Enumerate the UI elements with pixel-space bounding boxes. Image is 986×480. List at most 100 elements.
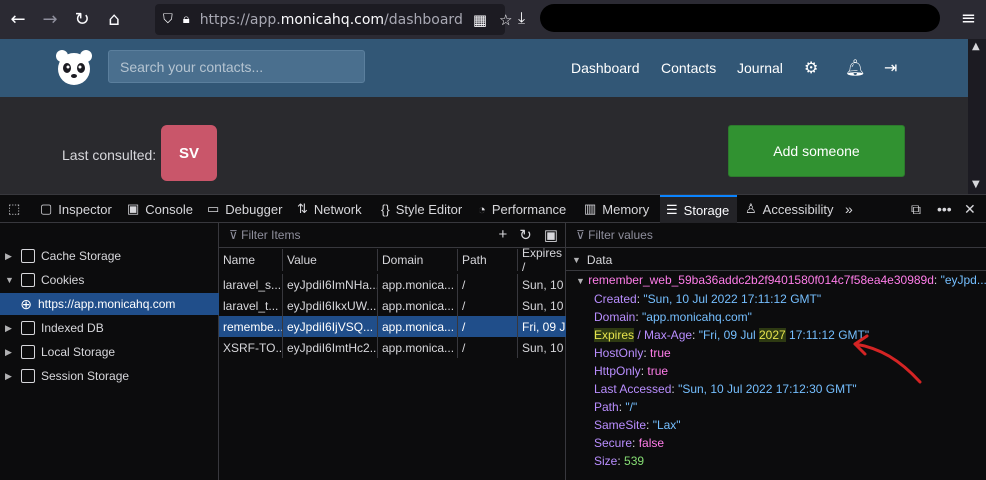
filter-values-bar: ⊽ Filter values: [566, 223, 986, 248]
close-devtools-icon[interactable]: ✕: [964, 201, 976, 218]
table-row[interactable]: XSRF-TO... eyJpdiI6ImtHc2... app.monica.…: [219, 337, 566, 358]
refresh-icon[interactable]: ↻: [519, 226, 532, 244]
prop-last-accessed[interactable]: Last Accessed: "Sun, 10 Jul 2022 17:12:3…: [594, 382, 857, 400]
table-cell: /: [458, 316, 518, 337]
reload-icon[interactable]: ↻: [68, 6, 96, 34]
url-bar[interactable]: ⛉ 🔒︎ https://app.monicahq.com/dashboard …: [155, 4, 512, 35]
scroll-up-icon[interactable]: ▲: [972, 41, 980, 52]
home-icon[interactable]: ⌂: [100, 6, 128, 34]
expand-arrow-icon[interactable]: ▶: [5, 251, 15, 262]
column-header[interactable]: Name: [219, 249, 283, 271]
forward-arrow-icon[interactable]: →: [36, 6, 64, 34]
collapse-arrow-icon[interactable]: ▼: [5, 275, 15, 285]
tree-cookie-origin[interactable]: ⊕ https://app.monicahq.com: [0, 293, 219, 315]
qr-code-icon[interactable]: ▦: [473, 11, 487, 29]
table-cell: laravel_t...: [219, 295, 283, 316]
prop-path[interactable]: Path: "/": [594, 400, 637, 418]
tree-label: Cache Storage: [41, 249, 122, 263]
table-row[interactable]: laravel_s... eyJpdiI6ImNHa... app.monica…: [219, 274, 566, 295]
nav-journal[interactable]: Journal: [737, 60, 783, 76]
more-tabs-chevron-icon[interactable]: »: [845, 201, 853, 217]
column-header[interactable]: Path: [458, 249, 518, 271]
tab-label: Console: [145, 201, 193, 217]
tab-label: Accessibility: [762, 201, 834, 217]
table-cell: /: [458, 274, 518, 295]
scroll-down-icon[interactable]: ▼: [972, 179, 980, 190]
tree-cookies[interactable]: ▼ Cookies: [0, 269, 219, 291]
filter-items-input[interactable]: ⊽ Filter Items: [229, 228, 300, 242]
tab-style-editor[interactable]: {} Style Editor: [375, 195, 468, 223]
tree-local-storage[interactable]: ▶ Local Storage: [0, 341, 219, 363]
data-section-header[interactable]: ▼ Data: [566, 249, 986, 271]
column-header[interactable]: Expires /: [518, 246, 566, 274]
prop-size[interactable]: Size: 539: [594, 454, 644, 472]
add-someone-button[interactable]: Add someone: [728, 125, 905, 177]
prop-hostonly[interactable]: HostOnly: true: [594, 346, 671, 364]
tree-cache-storage[interactable]: ▶ Cache Storage: [0, 245, 219, 267]
expand-arrow-icon[interactable]: ▶: [5, 323, 15, 334]
more-options-icon[interactable]: •••: [937, 201, 952, 217]
hamburger-menu-icon[interactable]: ≡: [961, 8, 976, 29]
download-icon[interactable]: ⤓: [518, 8, 525, 28]
expand-arrow-icon[interactable]: ▶: [5, 347, 15, 358]
table-cell: Sun, 10 ...: [522, 298, 566, 313]
table-row[interactable]: remembe... eyJpdiI6IjVSQ... app.monica..…: [219, 316, 566, 337]
tab-debugger[interactable]: ▭ Debugger: [201, 195, 288, 223]
tab-accessibility[interactable]: ♙ Accessibility: [739, 195, 839, 223]
table-cell: app.monica...: [378, 337, 458, 358]
tree-label: Session Storage: [41, 369, 130, 383]
inspector-icon: ▢: [40, 201, 53, 216]
tab-inspector[interactable]: ▢ Inspector: [34, 195, 118, 223]
tree-indexed-db[interactable]: ▶ Indexed DB: [0, 317, 219, 339]
column-header[interactable]: Domain: [378, 249, 458, 271]
url-text: https://app.monicahq.com/dashboard: [199, 11, 463, 28]
network-icon: ⇅: [297, 201, 308, 216]
notifications-bell-icon[interactable]: 🔔︎: [845, 58, 865, 77]
settings-gear-icon[interactable]: ⚙: [804, 58, 818, 77]
element-picker-icon[interactable]: ⬚: [2, 195, 26, 223]
prop-created[interactable]: Created: "Sun, 10 Jul 2022 17:11:12 GMT": [594, 292, 821, 310]
bookmark-star-icon[interactable]: ☆: [499, 11, 512, 29]
expand-arrow-icon[interactable]: ▶: [5, 371, 15, 382]
tab-label: Style Editor: [395, 201, 463, 217]
dock-icon[interactable]: ⧉: [911, 201, 921, 218]
nav-dashboard[interactable]: Dashboard: [571, 60, 640, 76]
collapse-arrow-icon[interactable]: ▼: [576, 276, 585, 286]
filter-values-input[interactable]: ⊽ Filter values: [576, 228, 653, 242]
filter-funnel-icon: ⊽: [229, 228, 242, 242]
back-arrow-icon[interactable]: ←: [4, 6, 32, 34]
tab-label: Network: [313, 201, 362, 217]
last-consulted-label: Last consulted:: [62, 147, 157, 163]
prop-samesite[interactable]: SameSite: "Lax": [594, 418, 681, 436]
shield-icon[interactable]: ⛉: [163, 12, 173, 27]
column-header[interactable]: Value: [283, 249, 378, 271]
panda-logo-icon[interactable]: [54, 49, 94, 87]
debugger-icon: ▭: [207, 201, 220, 216]
table-cell: /: [458, 337, 518, 358]
toggle-sidebar-icon[interactable]: ▣: [544, 226, 558, 244]
tree-label: Indexed DB: [41, 321, 104, 335]
prop-secure[interactable]: Secure: false: [594, 436, 664, 454]
nav-contacts[interactable]: Contacts: [661, 60, 716, 76]
table-cell: Sun, 10 ...: [522, 277, 566, 292]
page-scrollbar[interactable]: ▲ ▼: [968, 39, 986, 194]
tab-memory[interactable]: ▥ Memory: [578, 195, 655, 223]
prop-httponly[interactable]: HttpOnly: true: [594, 364, 668, 382]
prop-expires[interactable]: Expires / Max-Age: "Fri, 09 Jul 2027 17:…: [594, 328, 869, 346]
logout-icon[interactable]: ⇥: [884, 58, 897, 77]
contact-avatar[interactable]: SV: [161, 125, 217, 181]
tab-label: Debugger: [225, 201, 283, 217]
collapse-arrow-icon[interactable]: ▼: [572, 255, 581, 265]
search-contacts-input[interactable]: [108, 50, 365, 83]
prop-domain[interactable]: Domain: "app.monicahq.com": [594, 310, 752, 328]
table-row[interactable]: laravel_t... eyJpdiI6IkxUW... app.monica…: [219, 295, 566, 316]
tab-network[interactable]: ⇅ Network: [291, 195, 368, 223]
tree-session-storage[interactable]: ▶ Session Storage: [0, 365, 219, 387]
tab-performance[interactable]: ◔ Performance: [472, 195, 572, 223]
tab-storage[interactable]: ☰ Storage: [660, 195, 737, 223]
tab-console[interactable]: ▣ Console: [121, 195, 199, 223]
lock-icon[interactable]: 🔒︎: [183, 12, 190, 27]
add-item-icon[interactable]: +: [498, 226, 507, 244]
cookie-key-line[interactable]: ▼ remember_web_59ba36addc2b2f9401580f014…: [576, 273, 986, 287]
app-header: Dashboard Contacts Journal ⚙ 🔔︎ ⇥: [0, 39, 968, 97]
